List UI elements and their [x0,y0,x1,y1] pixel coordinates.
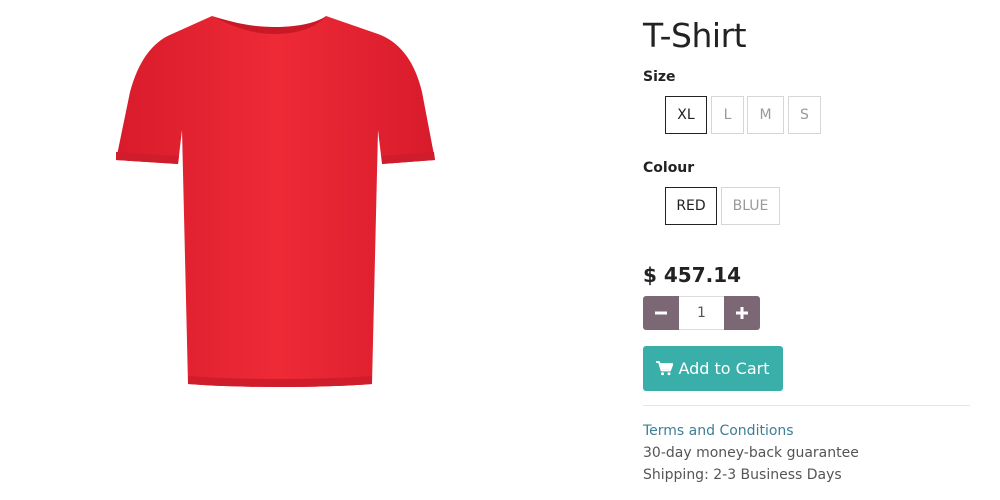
terms-and-conditions-link[interactable]: Terms and Conditions [643,423,794,439]
guarantee-text: 30-day money-back guarantee [643,445,859,461]
add-to-cart-button[interactable]: Add to Cart [643,346,783,391]
minus-icon [655,311,667,315]
quantity-decrease-button[interactable] [643,296,679,330]
shipping-text: Shipping: 2-3 Business Days [643,467,842,483]
product-page: T-Shirt Size XL L M S Colour RED BLUE $ … [0,0,1000,500]
size-option-l[interactable]: L [711,96,744,134]
product-title: T-Shirt [643,16,747,55]
tshirt-icon [116,16,435,387]
divider [643,405,970,406]
quantity-increase-button[interactable] [724,296,760,330]
product-image [110,12,440,392]
quantity-input[interactable] [679,296,724,330]
plus-icon [736,307,748,319]
quantity-stepper [643,296,760,330]
colour-option-blue[interactable]: BLUE [721,187,780,225]
size-option-s[interactable]: S [788,96,821,134]
colour-option-red[interactable]: RED [665,187,717,225]
size-label: Size [643,69,676,85]
size-option-xl[interactable]: XL [665,96,707,134]
shopping-cart-icon [656,361,674,376]
colour-label: Colour [643,160,695,176]
add-to-cart-label: Add to Cart [678,359,770,378]
size-option-m[interactable]: M [747,96,784,134]
product-price: $ 457.14 [643,263,742,287]
